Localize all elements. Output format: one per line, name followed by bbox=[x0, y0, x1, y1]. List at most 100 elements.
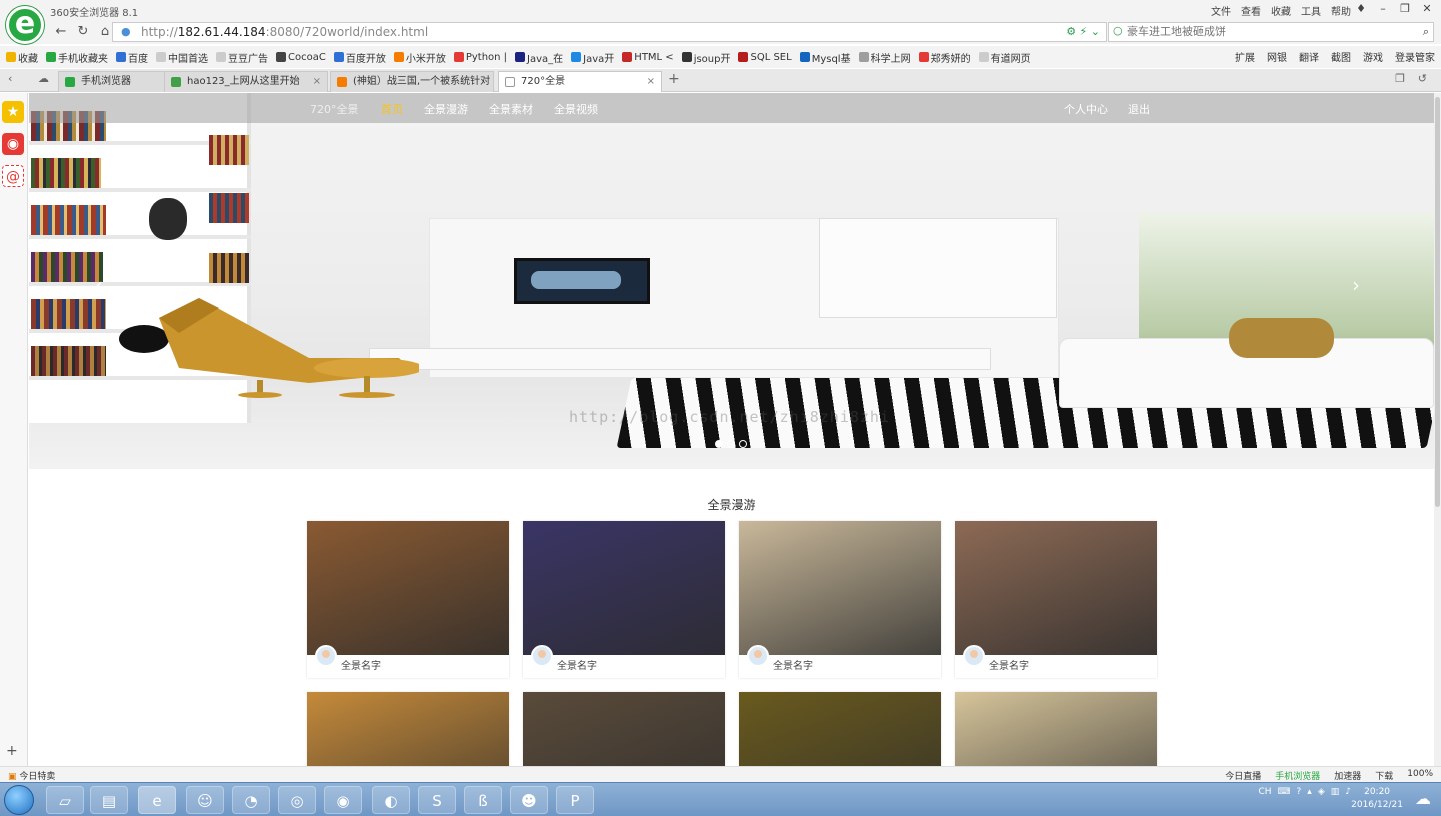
live-link[interactable]: 今日直播 bbox=[1225, 769, 1261, 782]
menu-help[interactable]: 帮助 bbox=[1331, 3, 1351, 18]
security-guard-icon[interactable]: ◔ bbox=[232, 786, 270, 814]
tab-hao123[interactable]: hao123_上网从这里开始 × bbox=[164, 71, 328, 92]
daily-deals-link[interactable]: ▣ 今日特卖 bbox=[8, 769, 55, 782]
search-box[interactable]: ○ ⌕ bbox=[1108, 22, 1434, 42]
panorama-card[interactable]: 全景名字 bbox=[739, 521, 941, 678]
bookmark-item[interactable]: 科学上网 bbox=[858, 50, 911, 65]
panorama-card[interactable] bbox=[523, 692, 725, 766]
carousel-dot[interactable] bbox=[739, 440, 747, 448]
bookmark-item[interactable]: SQL SEL bbox=[738, 52, 792, 63]
network-icon[interactable]: ▥ bbox=[1331, 787, 1340, 797]
accelerator-button[interactable]: 加速器 bbox=[1334, 769, 1361, 782]
weibo-icon[interactable]: ◉ bbox=[2, 133, 24, 155]
help-icon[interactable]: ? bbox=[1297, 787, 1302, 797]
bookmark-item[interactable]: 百度 bbox=[116, 50, 148, 65]
menu-file[interactable]: 文件 bbox=[1211, 3, 1231, 18]
ide-icon[interactable]: ß bbox=[464, 786, 502, 814]
bookmark-item[interactable]: HTML < bbox=[622, 52, 674, 63]
restore-tabs-icon[interactable]: ❐ bbox=[1395, 72, 1405, 85]
desktop-icon[interactable]: ▱ bbox=[46, 786, 84, 814]
tab-game[interactable]: (神姐）战三国,一个被系统针对 bbox=[330, 71, 494, 92]
explorer-icon[interactable]: ▤ bbox=[90, 786, 128, 814]
panorama-thumbnail[interactable] bbox=[523, 692, 725, 766]
refresh-icon[interactable]: ↻ bbox=[74, 23, 92, 41]
panorama-thumbnail[interactable] bbox=[307, 692, 509, 766]
bookmark-item[interactable]: Python | bbox=[453, 52, 507, 63]
volume-icon[interactable]: ♪ bbox=[1345, 787, 1351, 797]
minimize-icon[interactable]: – bbox=[1373, 1, 1393, 17]
panorama-card[interactable]: 全景名字 bbox=[307, 521, 509, 678]
tray-expand-icon[interactable]: ▴ bbox=[1307, 787, 1312, 797]
nav-home[interactable]: 首页 bbox=[381, 101, 403, 117]
sublime-icon[interactable]: S bbox=[418, 786, 456, 814]
panorama-thumbnail[interactable] bbox=[523, 521, 725, 655]
clock[interactable]: 20:20 2016/12/21 bbox=[1351, 786, 1403, 812]
tab-720-panorama[interactable]: 720°全景 × bbox=[498, 71, 662, 92]
bookmark-item[interactable]: 手机收藏夹 bbox=[46, 50, 108, 65]
panorama-card[interactable]: 全景名字 bbox=[523, 521, 725, 678]
bookmark-item[interactable]: 小米开放 bbox=[393, 50, 446, 65]
chrome-icon[interactable]: ◎ bbox=[278, 786, 316, 814]
carousel-dot[interactable] bbox=[715, 440, 723, 448]
back-icon[interactable]: ← bbox=[52, 23, 70, 41]
scrollbar-thumb[interactable] bbox=[1435, 97, 1440, 507]
bookmark-item[interactable]: 豆豆广告 bbox=[216, 50, 268, 65]
ebank-button[interactable]: 网银 bbox=[1267, 49, 1287, 64]
start-button-icon[interactable] bbox=[4, 785, 34, 815]
qq-icon[interactable]: ☻ bbox=[510, 786, 548, 814]
login-manager-button[interactable]: 登录管家 bbox=[1395, 49, 1435, 64]
new-tab-icon[interactable]: + bbox=[668, 71, 680, 87]
panorama-card[interactable] bbox=[739, 692, 941, 766]
panorama-thumbnail[interactable] bbox=[739, 521, 941, 655]
carousel-dot[interactable] bbox=[727, 440, 735, 448]
weather-icon[interactable]: ☁ bbox=[1415, 789, 1431, 808]
carousel-prev-icon[interactable]: ‹ bbox=[95, 273, 103, 297]
menu-tools[interactable]: 工具 bbox=[1301, 3, 1321, 18]
maximize-icon[interactable]: ❐ bbox=[1395, 1, 1415, 17]
browser-360-icon[interactable]: e bbox=[138, 786, 176, 814]
zoom-level[interactable]: 100% bbox=[1407, 769, 1433, 782]
nav-user-center[interactable]: 个人中心 bbox=[1064, 101, 1108, 117]
bookmark-item[interactable]: 有道网页 bbox=[978, 50, 1031, 65]
close-icon[interactable]: ✕ bbox=[1417, 1, 1437, 17]
extensions-button[interactable]: 扩展 bbox=[1235, 49, 1255, 64]
panorama-card[interactable]: 全景名字 bbox=[955, 521, 1157, 678]
ime-indicator[interactable]: CH bbox=[1258, 787, 1271, 797]
translate-button[interactable]: 翻译 bbox=[1299, 49, 1319, 64]
download-button[interactable]: 下载 bbox=[1375, 769, 1393, 782]
menu-view[interactable]: 查看 bbox=[1241, 3, 1261, 18]
nav-logout[interactable]: 退出 bbox=[1128, 101, 1150, 117]
games-button[interactable]: 游戏 bbox=[1363, 49, 1383, 64]
site-brand[interactable]: 720°全景 bbox=[310, 101, 359, 117]
nav-panorama-tour[interactable]: 全景漫游 bbox=[424, 101, 468, 117]
close-tab-icon[interactable]: × bbox=[313, 72, 321, 91]
player-icon[interactable]: ◐ bbox=[372, 786, 410, 814]
nav-panorama-video[interactable]: 全景视频 bbox=[554, 101, 598, 117]
panorama-thumbnail[interactable] bbox=[739, 692, 941, 766]
carousel-next-icon[interactable]: › bbox=[1352, 273, 1360, 297]
tab-scroll-left-icon[interactable]: ‹ bbox=[8, 72, 12, 85]
bookmark-item[interactable]: 郑秀妍的 bbox=[918, 50, 971, 65]
search-icon[interactable]: ⌕ bbox=[1423, 25, 1429, 39]
cloud-icon[interactable]: ☁ bbox=[38, 72, 49, 85]
keyboard-icon[interactable]: ⌨ bbox=[1278, 787, 1291, 797]
panorama-card[interactable] bbox=[307, 692, 509, 766]
panorama-thumbnail[interactable] bbox=[955, 692, 1157, 766]
shield-icon[interactable]: ◈ bbox=[1318, 787, 1325, 797]
bookmark-item[interactable]: 收藏 bbox=[6, 50, 38, 65]
slides-icon[interactable]: P bbox=[556, 786, 594, 814]
speed-icon[interactable]: ⚙ ⚡ ⌄ bbox=[1066, 25, 1100, 38]
menu-favorites[interactable]: 收藏 bbox=[1271, 3, 1291, 18]
bookmark-item[interactable]: Mysql基 bbox=[799, 50, 851, 65]
bookmark-item[interactable]: 中国首选 bbox=[156, 50, 208, 65]
url-field[interactable]: ● http://182.61.44.184:8080/720world/ind… bbox=[112, 22, 1107, 42]
netease-music-icon[interactable]: ◉ bbox=[324, 786, 362, 814]
page-scrollbar[interactable] bbox=[1434, 93, 1441, 766]
add-sidebar-icon[interactable]: + bbox=[6, 743, 18, 759]
skin-icon[interactable]: ♦ bbox=[1351, 1, 1371, 17]
mail-icon[interactable]: @ bbox=[2, 165, 24, 187]
screenshot-button[interactable]: 截图 bbox=[1331, 49, 1351, 64]
mobile-browser-link[interactable]: 手机浏览器 bbox=[1275, 769, 1320, 782]
search-engine-icon[interactable]: ○ bbox=[1113, 24, 1123, 37]
bookmark-item[interactable]: 百度开放 bbox=[333, 50, 386, 65]
